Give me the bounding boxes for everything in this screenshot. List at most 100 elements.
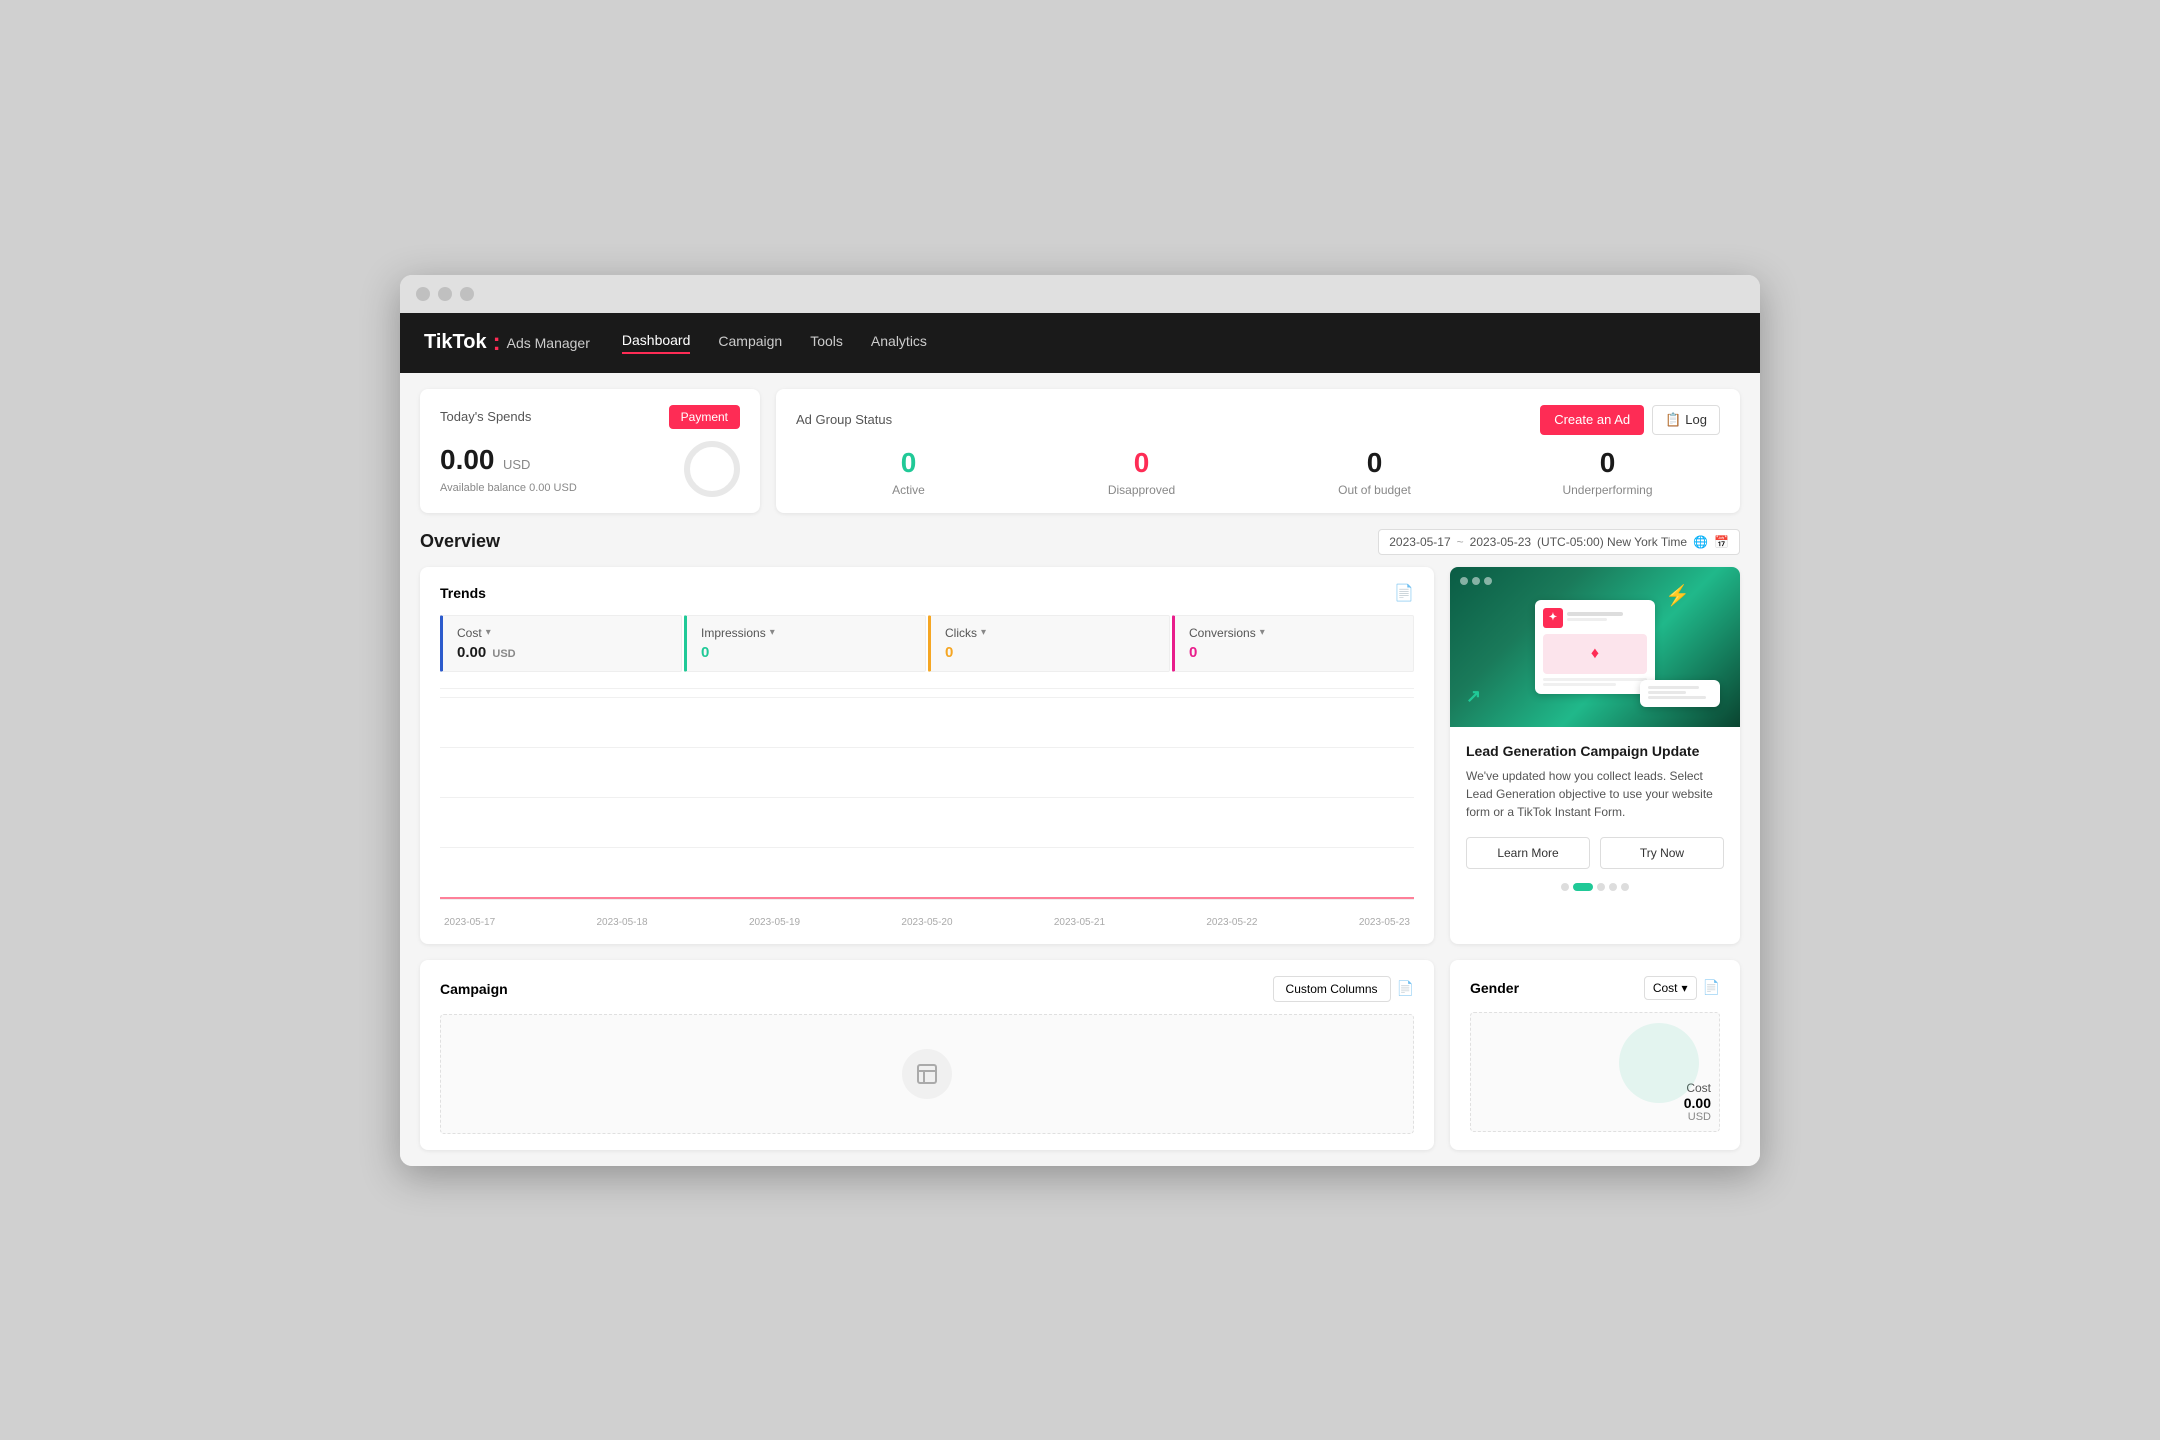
- gender-empty-state: Cost 0.00 USD: [1470, 1012, 1720, 1132]
- status-underperforming: 0 Underperforming: [1495, 447, 1720, 497]
- campaign-title: Campaign: [440, 981, 508, 997]
- brand-subtitle: Ads Manager: [507, 335, 590, 351]
- arrow-icon: ↗: [1466, 686, 1481, 707]
- minimize-btn[interactable]: [438, 287, 452, 301]
- export-icon[interactable]: 📄: [1394, 583, 1414, 603]
- create-ad-button[interactable]: Create an Ad: [1540, 405, 1644, 435]
- status-budget: 0 Out of budget: [1262, 447, 1487, 497]
- status-disapproved: 0 Disapproved: [1029, 447, 1254, 497]
- metric-clicks: Clicks ▾ 0: [928, 615, 1170, 672]
- metrics-row: Cost ▾ 0.00 USD Impressions ▾ 0: [440, 615, 1414, 672]
- metric-impressions-header: Impressions ▾: [701, 626, 911, 640]
- payment-button[interactable]: Payment: [669, 405, 740, 429]
- nav-menu: Dashboard Campaign Tools Analytics: [622, 332, 927, 354]
- status-disapproved-label: Disapproved: [1029, 483, 1254, 497]
- metric-clicks-value: 0: [945, 644, 1155, 661]
- status-underperforming-value: 0: [1495, 447, 1720, 479]
- top-row: Today's Spends Payment 0.00 USD Availabl…: [420, 389, 1740, 513]
- export-icon[interactable]: 📄: [1703, 979, 1720, 996]
- learn-more-button[interactable]: Learn More: [1466, 837, 1590, 869]
- metric-cost: Cost ▾ 0.00 USD: [440, 615, 682, 672]
- status-disapproved-value: 0: [1029, 447, 1254, 479]
- metric-cost-label: Cost: [457, 626, 482, 640]
- donut-chart: [684, 441, 740, 497]
- gender-bg-circle: [1619, 1023, 1699, 1103]
- nav-analytics[interactable]: Analytics: [871, 333, 927, 353]
- news-title: Lead Generation Campaign Update: [1466, 743, 1724, 759]
- spends-card: Today's Spends Payment 0.00 USD Availabl…: [420, 389, 760, 513]
- status-active-label: Active: [796, 483, 1021, 497]
- chart-baseline: [440, 899, 1414, 900]
- chart-grid: [440, 697, 1414, 897]
- date-range-picker[interactable]: 2023-05-17 ~ 2023-05-23 (UTC-05:00) New …: [1378, 529, 1740, 555]
- amount-value: 0.00: [440, 444, 495, 475]
- news-image: ✦ ♦: [1450, 567, 1740, 727]
- export-icon[interactable]: 📄: [1397, 980, 1414, 997]
- spends-body: 0.00 USD Available balance 0.00 USD: [440, 441, 740, 497]
- cost-label: Cost: [1653, 981, 1678, 995]
- news-actions: Learn More Try Now: [1466, 837, 1724, 869]
- trends-card: Trends 📄 Cost ▾ 0.00 USD: [420, 567, 1434, 944]
- metric-impressions: Impressions ▾ 0: [684, 615, 926, 672]
- spends-header: Today's Spends Payment: [440, 405, 740, 429]
- gender-cost-currency: USD: [1684, 1111, 1711, 1123]
- page-dot-2[interactable]: [1573, 883, 1593, 891]
- status-active-value: 0: [796, 447, 1021, 479]
- x-label: 2023-05-20: [901, 917, 952, 928]
- status-grid: 0 Active 0 Disapproved 0 Out of budget 0…: [796, 447, 1720, 497]
- x-label: 2023-05-21: [1054, 917, 1105, 928]
- campaign-empty-state: [440, 1014, 1414, 1134]
- chevron-down-icon[interactable]: ▾: [486, 627, 491, 638]
- news-pagination: [1466, 883, 1724, 891]
- app-window: TikTok: Ads Manager Dashboard Campaign T…: [400, 275, 1760, 1166]
- page-dot-1[interactable]: [1561, 883, 1569, 891]
- nav-tools[interactable]: Tools: [810, 333, 843, 353]
- calendar-icon: 📅: [1714, 535, 1729, 549]
- gender-title: Gender: [1470, 980, 1519, 996]
- top-right-buttons: Create an Ad 📋 Log: [1540, 405, 1720, 435]
- status-budget-label: Out of budget: [1262, 483, 1487, 497]
- chevron-down-icon[interactable]: ▾: [770, 627, 775, 638]
- try-now-button[interactable]: Try Now: [1600, 837, 1724, 869]
- metric-conversions-header: Conversions ▾: [1189, 626, 1399, 640]
- page-dot-5[interactable]: [1621, 883, 1629, 891]
- floating-card: [1640, 680, 1720, 707]
- custom-columns-button[interactable]: Custom Columns: [1273, 976, 1391, 1002]
- trends-title: Trends: [440, 585, 486, 601]
- page-dot-4[interactable]: [1609, 883, 1617, 891]
- brand-name: TikTok: [424, 331, 487, 354]
- trends-section: Trends 📄 Cost ▾ 0.00 USD: [420, 567, 1740, 944]
- gender-cost-value: 0.00: [1684, 1095, 1711, 1111]
- cost-line: [440, 897, 1414, 899]
- balance-text: Available balance 0.00 USD: [440, 482, 660, 494]
- cost-dropdown[interactable]: Cost ▾: [1644, 976, 1697, 1000]
- metric-impressions-value: 0: [701, 644, 911, 661]
- globe-icon: 🌐: [1693, 535, 1708, 549]
- main-content: Today's Spends Payment 0.00 USD Availabl…: [400, 373, 1760, 1166]
- brand-logo: TikTok: Ads Manager: [424, 331, 590, 355]
- news-description: We've updated how you collect leads. Sel…: [1466, 767, 1724, 821]
- amount-currency: USD: [503, 457, 530, 472]
- ad-group-card: Ad Group Status Create an Ad 📋 Log 0 Act…: [776, 389, 1740, 513]
- overview-title: Overview: [420, 531, 500, 552]
- chevron-down-icon[interactable]: ▾: [981, 627, 986, 638]
- nav-campaign[interactable]: Campaign: [718, 333, 782, 353]
- x-label: 2023-05-17: [444, 917, 495, 928]
- chevron-down-icon[interactable]: ▾: [1260, 627, 1265, 638]
- metric-cost-value: 0.00 USD: [457, 644, 667, 661]
- nav-dashboard[interactable]: Dashboard: [622, 332, 691, 354]
- news-card: ✦ ♦: [1450, 567, 1740, 944]
- trends-header: Trends 📄: [440, 583, 1414, 603]
- empty-state-icon: [902, 1049, 952, 1099]
- lightning-icon: ⚡: [1665, 583, 1690, 608]
- bottom-row: Campaign Custom Columns 📄: [420, 960, 1740, 1150]
- page-dot-3[interactable]: [1597, 883, 1605, 891]
- metric-clicks-header: Clicks ▾: [945, 626, 1155, 640]
- metric-conversions: Conversions ▾ 0: [1172, 615, 1414, 672]
- close-btn[interactable]: [416, 287, 430, 301]
- maximize-btn[interactable]: [460, 287, 474, 301]
- log-button[interactable]: 📋 Log: [1652, 405, 1720, 435]
- news-body: Lead Generation Campaign Update We've up…: [1450, 727, 1740, 907]
- campaign-header: Campaign Custom Columns 📄: [440, 976, 1414, 1002]
- log-icon: 📋: [1665, 412, 1681, 428]
